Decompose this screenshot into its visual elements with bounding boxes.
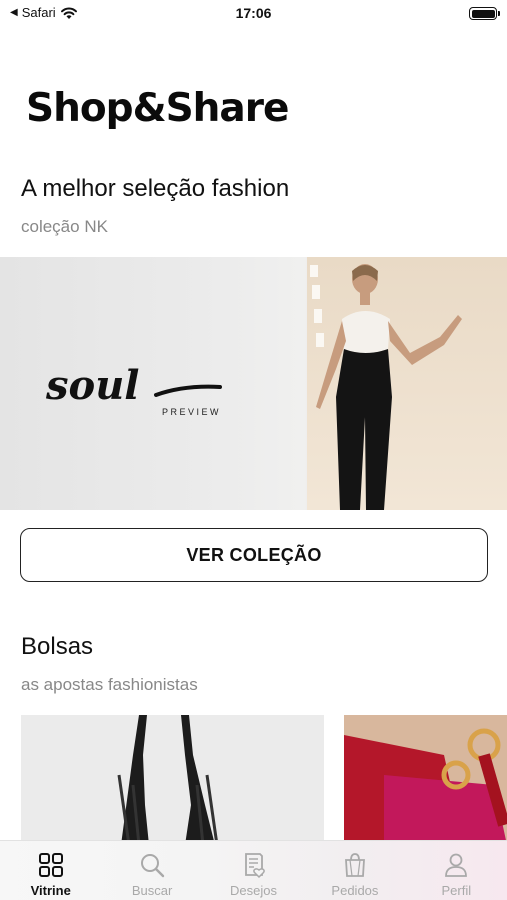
bags-subtitle: as apostas fashionistas	[21, 675, 198, 694]
status-bar: ◀ Safari 17:06	[0, 0, 507, 28]
status-time: 17:06	[235, 5, 272, 21]
tab-bar: Vitrine Buscar Desejos Pedidos Perfil	[0, 840, 507, 900]
battery-icon	[469, 7, 500, 20]
tab-buscar[interactable]: Buscar	[101, 841, 202, 900]
tab-label: Desejos	[230, 883, 277, 898]
tab-label: Vitrine	[30, 883, 71, 898]
user-icon	[445, 853, 468, 877]
soul-preview-logo: soul PREVIEW	[45, 362, 222, 417]
featured-title: A melhor seleção fashion	[21, 175, 290, 202]
bags-title: Bolsas	[21, 633, 94, 660]
tab-label: Perfil	[441, 883, 472, 898]
featured-subtitle: coleção NK	[21, 217, 108, 236]
tab-pedidos[interactable]: Pedidos	[304, 841, 405, 900]
product-card[interactable]	[344, 715, 507, 845]
shopping-bag-icon	[344, 853, 365, 877]
product-card[interactable]	[21, 715, 324, 845]
grid-icon	[38, 853, 63, 877]
tab-desejos[interactable]: Desejos	[203, 841, 304, 900]
wishlist-icon	[244, 853, 265, 879]
tab-perfil[interactable]: Perfil	[406, 841, 507, 900]
banner-tag: PREVIEW	[162, 407, 221, 417]
bag-image	[117, 715, 219, 845]
search-icon	[141, 854, 165, 878]
banner-logo-text: soul	[45, 362, 139, 409]
tab-label: Buscar	[131, 883, 173, 898]
view-collection-button[interactable]: VER COLEÇÃO	[20, 528, 488, 582]
tab-label: Pedidos	[331, 883, 379, 898]
bag-image	[344, 715, 507, 845]
tab-vitrine[interactable]: Vitrine	[0, 841, 101, 900]
banner-model-image	[316, 264, 462, 510]
brand-logo: Shop&Share	[26, 86, 289, 131]
